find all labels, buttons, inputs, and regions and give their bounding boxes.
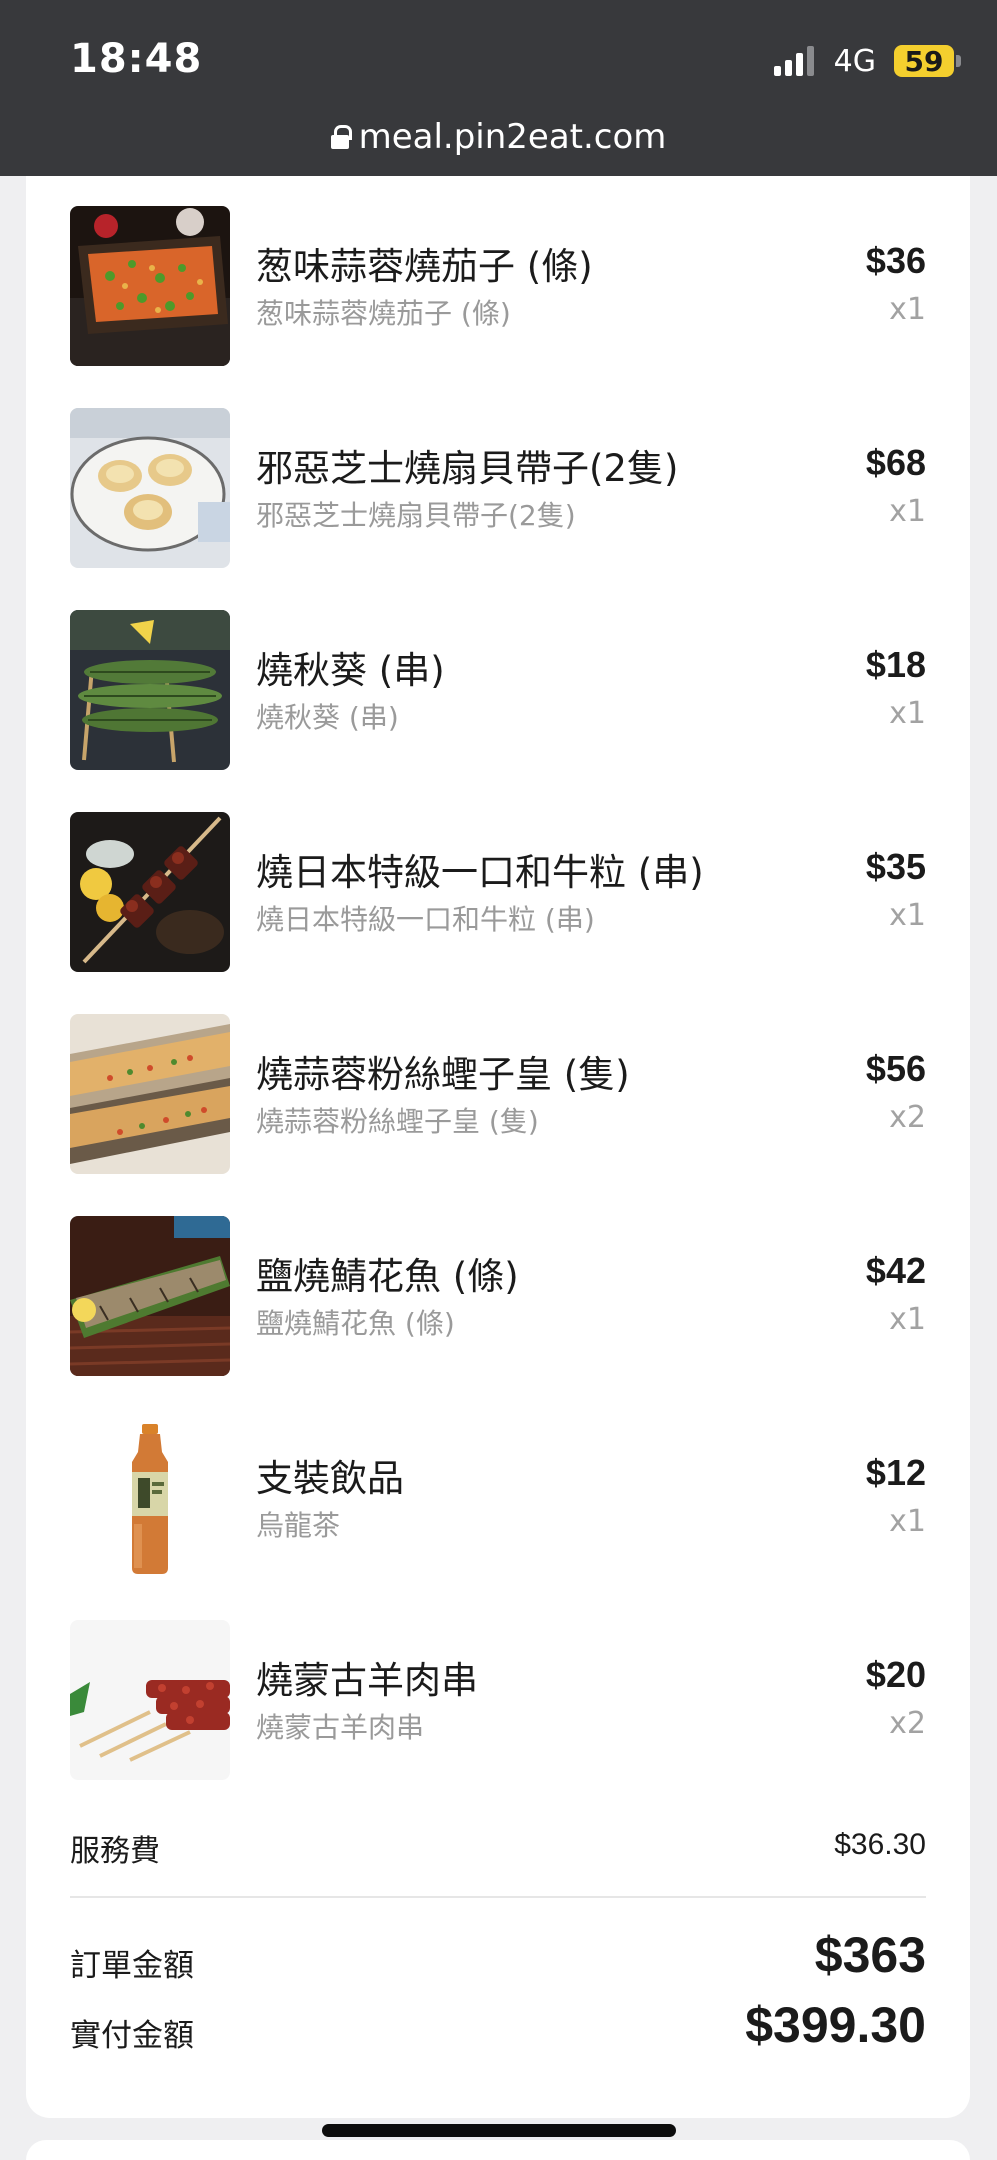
lock-icon [330,125,352,149]
item-quantity: x1 [889,494,926,529]
url-text: meal.pin2eat.com [358,117,667,157]
item-quantity: x2 [889,1100,926,1135]
item-description: 烏龍茶 [256,1509,341,1542]
item-price: $35 [865,846,926,887]
item-quantity: x1 [889,1504,926,1539]
item-description: 邪惡芝士燒扇貝帶子(2隻) [256,499,576,532]
item-description: 燒蒙古羊肉串 [256,1711,425,1744]
browser-chrome: 18:48 4G 59 meal.pin2eat.com [0,0,997,176]
item-name: 燒蒜蓉粉絲蟶子皇 (隻) [256,1053,630,1096]
item-price: $36 [865,240,926,281]
address-bar[interactable]: meal.pin2eat.com [0,112,997,162]
razor-clam-image [70,1014,230,1174]
network-type: 4G [833,43,876,79]
item-name: 燒日本特級一口和牛粒 (串) [256,851,704,894]
item-description: 葱味蒜蓉燒茄子 (條) [256,297,511,330]
item-name: 支裝飲品 [256,1457,404,1500]
grilled-okra-image [70,610,230,770]
cellular-signal-icon [773,46,814,76]
status-time: 18:48 [70,36,203,82]
item-price: $18 [865,644,926,685]
item-name: 邪惡芝士燒扇貝帶子(2隻) [256,447,679,490]
item-name: 燒秋葵 (串) [256,649,445,692]
order-item: 燒日本特級一口和牛粒 (串) 燒日本特級一口和牛粒 (串) $35 x1 [70,812,926,1014]
wagyu-skewer-image [70,812,230,972]
item-name: 葱味蒜蓉燒茄子 (條) [256,245,593,288]
item-description: 燒日本特級一口和牛粒 (串) [256,903,595,936]
order-total-label: 訂單金額 [70,1948,194,1984]
summary-divider [70,1896,926,1898]
item-quantity: x1 [889,696,926,731]
item-name: 燒蒙古羊肉串 [256,1659,478,1702]
order-item: 鹽燒鯖花魚 (條) 鹽燒鯖花魚 (條) $42 x1 [70,1216,926,1418]
order-item-list: 葱味蒜蓉燒茄子 (條) 葱味蒜蓉燒茄子 (條) $36 x1 邪惡芝士燒扇貝帶子… [70,206,926,1822]
item-name: 鹽燒鯖花魚 (條) [256,1255,519,1298]
item-description: 燒蒜蓉粉絲蟶子皇 (隻) [256,1105,539,1138]
battery-icon: 59 [894,44,954,78]
item-price: $20 [865,1654,926,1695]
service-fee-label: 服務費 [70,1834,160,1869]
item-quantity: x1 [889,1302,926,1337]
oolong-tea-bottle-image [70,1418,230,1578]
order-total-value: $363 [814,1927,926,1983]
paid-total-label: 實付金額 [70,2018,194,2054]
home-indicator[interactable] [322,2124,676,2137]
order-item: 燒蒜蓉粉絲蟶子皇 (隻) 燒蒜蓉粉絲蟶子皇 (隻) $56 x2 [70,1014,926,1216]
order-item: 邪惡芝士燒扇貝帶子(2隻) 邪惡芝士燒扇貝帶子(2隻) $68 x1 [70,408,926,610]
lamb-skewer-image [70,1620,230,1780]
next-card-edge [26,2140,970,2160]
service-fee-row: 服務費 $36.30 [70,1822,926,1872]
item-price: $56 [865,1048,926,1089]
paid-total-value: $399.30 [745,1997,926,2053]
item-quantity: x1 [889,292,926,327]
order-card: 葱味蒜蓉燒茄子 (條) 葱味蒜蓉燒茄子 (條) $36 x1 邪惡芝士燒扇貝帶子… [26,176,970,2118]
order-item: 燒蒙古羊肉串 燒蒙古羊肉串 $20 x2 [70,1620,926,1822]
cheese-scallop-image [70,408,230,568]
grilled-mackerel-image [70,1216,230,1376]
battery-level: 59 [904,44,944,78]
paid-total-row: 實付金額 $399.30 [70,1996,926,2060]
item-description: 燒秋葵 (串) [256,701,399,734]
item-description: 鹽燒鯖花魚 (條) [256,1307,455,1340]
status-indicators: 4G 59 [773,43,961,79]
order-item: 支裝飲品 烏龍茶 $12 x1 [70,1418,926,1620]
service-fee-value: $36.30 [834,1828,926,1861]
battery-tip [956,55,961,67]
item-quantity: x2 [889,1706,926,1741]
item-price: $42 [865,1250,926,1291]
order-item: 燒秋葵 (串) 燒秋葵 (串) $18 x1 [70,610,926,812]
item-price: $68 [865,442,926,483]
grilled-eggplant-image [70,206,230,366]
order-item: 葱味蒜蓉燒茄子 (條) 葱味蒜蓉燒茄子 (條) $36 x1 [70,206,926,408]
item-price: $12 [865,1452,926,1493]
item-quantity: x1 [889,898,926,933]
order-total-row: 訂單金額 $363 [70,1926,926,1990]
